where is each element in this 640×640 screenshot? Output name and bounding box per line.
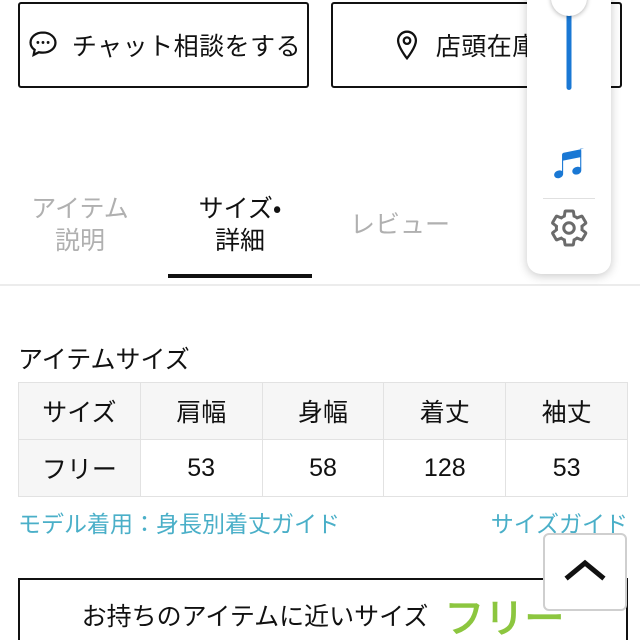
table-row: フリー 53 58 128 53 <box>18 439 628 497</box>
tab-size-detail-line1: サイズ・ <box>198 195 282 223</box>
size-links-row: モデル着用：身長別着丈ガイド サイズガイド <box>18 505 628 539</box>
closest-size-label: お持ちのアイテムに近いサイズ <box>81 603 429 631</box>
settings-button[interactable] <box>527 199 611 261</box>
location-pin-icon <box>390 28 424 62</box>
table-header-length: 着丈 <box>383 382 507 440</box>
music-button[interactable] <box>527 136 611 198</box>
music-note-icon <box>547 143 591 192</box>
gear-icon <box>548 207 590 254</box>
product-detail-screen: チャット相談をする 店頭在庫を アイテム 説明 サイズ・ 詳細 レビュー アイテ… <box>0 0 640 640</box>
tab-item-description-line1: アイテム <box>31 195 129 223</box>
chat-consult-button[interactable]: チャット相談をする <box>18 2 309 88</box>
tab-bar-divider <box>0 284 640 286</box>
cell-chest: 58 <box>261 439 385 497</box>
tab-item-description-line2: 説明 <box>54 227 105 255</box>
model-height-guide-link[interactable]: モデル着用：身長別着丈ガイド <box>18 505 340 539</box>
volume-slider-thumb[interactable] <box>551 0 587 16</box>
tab-size-detail[interactable]: サイズ・ 詳細 <box>160 168 320 278</box>
closest-size-box[interactable]: お持ちのアイテムに近いサイズ フリー <box>18 578 628 640</box>
item-size-heading: アイテムサイズ <box>18 346 190 374</box>
volume-slider[interactable] <box>527 0 611 136</box>
table-header-chest: 身幅 <box>261 382 385 440</box>
audio-control-panel <box>527 0 611 274</box>
scroll-to-top-button[interactable] <box>543 533 627 611</box>
item-size-table: サイズ 肩幅 身幅 着丈 袖丈 フリー 53 58 128 53 <box>18 382 628 497</box>
cell-size-name: フリー <box>18 439 141 497</box>
cell-shoulder: 53 <box>139 439 263 497</box>
table-header-size: サイズ <box>18 382 141 440</box>
chat-bubble-icon <box>26 28 60 62</box>
chevron-up-icon <box>563 557 607 588</box>
tab-item-description[interactable]: アイテム 説明 <box>0 168 160 278</box>
tab-size-detail-line2: 詳細 <box>214 227 265 255</box>
table-header-shoulder: 肩幅 <box>139 382 263 440</box>
cell-sleeve: 53 <box>505 439 628 497</box>
chat-consult-label: チャット相談をする <box>71 33 302 61</box>
table-header-sleeve: 袖丈 <box>505 382 628 440</box>
tab-review[interactable]: レビュー <box>320 168 480 278</box>
cell-length: 128 <box>383 439 507 497</box>
table-header-row: サイズ 肩幅 身幅 着丈 袖丈 <box>18 382 628 440</box>
tab-review-line1: レビュー <box>349 211 450 239</box>
